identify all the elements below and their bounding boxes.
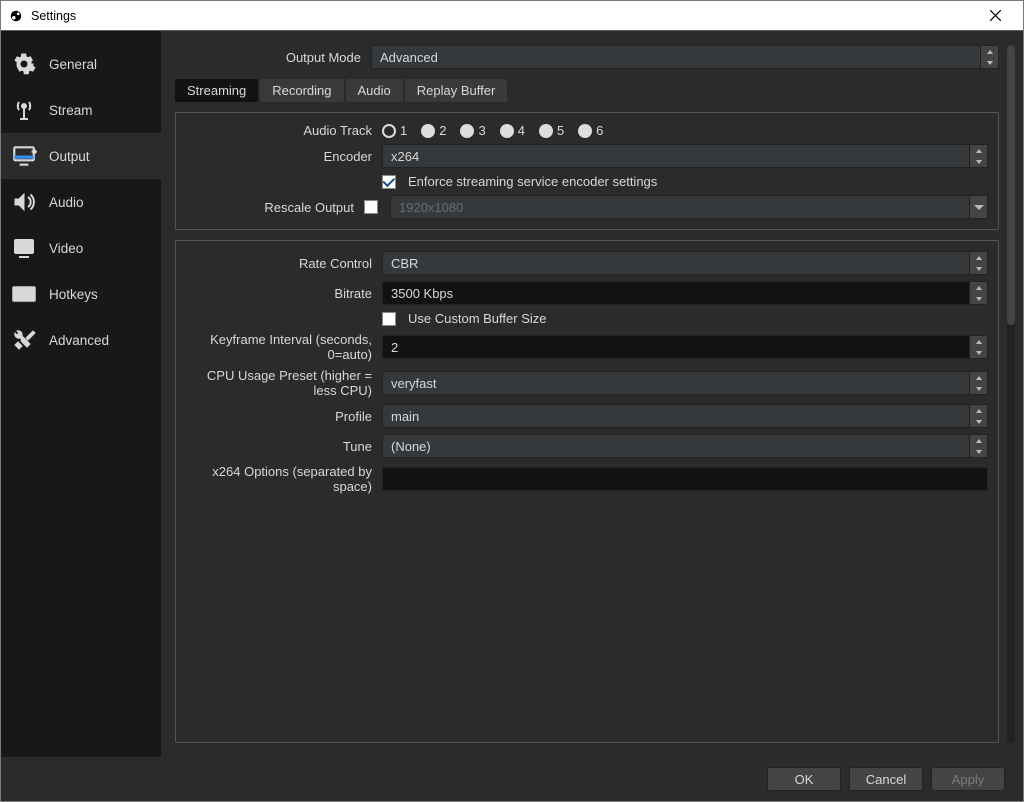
encoder-group: Rate Control CBR Bitrate 3500 Kbps (175, 240, 999, 743)
output-mode-label: Output Mode (175, 50, 365, 65)
sidebar-item-stream[interactable]: Stream (1, 87, 161, 133)
content: General Stream Output (1, 31, 1023, 757)
sidebar-item-video[interactable]: Video (1, 225, 161, 271)
x264-options-label: x264 Options (separated by space) (186, 464, 376, 494)
streaming-top-group: Audio Track 1 2 3 4 5 6 Encoder (175, 112, 999, 230)
custom-buffer-checkbox[interactable] (382, 312, 396, 326)
scrollbar[interactable] (1007, 45, 1015, 743)
rate-control-select[interactable]: CBR (382, 251, 988, 275)
output-mode-select[interactable]: Advanced (371, 45, 999, 69)
custom-buffer-label: Use Custom Buffer Size (408, 311, 546, 326)
window-title: Settings (31, 9, 76, 23)
sidebar-item-advanced[interactable]: Advanced (1, 317, 161, 363)
close-button[interactable] (975, 2, 1015, 30)
profile-select[interactable]: main (382, 404, 988, 428)
bitrate-input[interactable]: 3500 Kbps (382, 281, 988, 305)
sidebar-item-audio[interactable]: Audio (1, 179, 161, 225)
enforce-checkbox[interactable] (382, 175, 396, 189)
rescale-label: Rescale Output (186, 200, 358, 215)
cpu-preset-select[interactable]: veryfast (382, 371, 988, 395)
rescale-checkbox[interactable] (364, 200, 378, 214)
rate-control-label: Rate Control (186, 256, 376, 271)
app-icon (9, 9, 23, 23)
sidebar-item-label: Output (49, 149, 90, 164)
sidebar-item-label: Hotkeys (49, 287, 98, 302)
settings-window: Settings General Stream (0, 0, 1024, 802)
sidebar: General Stream Output (1, 31, 161, 757)
audio-track-3-radio[interactable] (460, 124, 474, 138)
tune-select[interactable]: (None) (382, 434, 988, 458)
audio-track-label: Audio Track (186, 123, 376, 138)
cancel-button[interactable]: Cancel (849, 767, 923, 791)
rescale-select[interactable]: 1920x1080 (390, 195, 988, 219)
sidebar-item-output[interactable]: Output (1, 133, 161, 179)
output-mode-row: Output Mode Advanced (175, 45, 999, 69)
antenna-icon (11, 97, 37, 123)
encoder-select[interactable]: x264 (382, 144, 988, 168)
sidebar-item-label: General (49, 57, 97, 72)
tab-audio[interactable]: Audio (346, 79, 403, 102)
gear-icon (11, 51, 37, 77)
bitrate-label: Bitrate (186, 286, 376, 301)
main-pane: Output Mode Advanced Streaming Recording… (161, 31, 1023, 757)
sidebar-item-label: Audio (49, 195, 84, 210)
ok-button[interactable]: OK (767, 767, 841, 791)
tab-streaming[interactable]: Streaming (175, 79, 258, 102)
audio-track-4-radio[interactable] (500, 124, 514, 138)
scroll-thumb[interactable] (1007, 45, 1015, 325)
audio-track-2-radio[interactable] (421, 124, 435, 138)
enforce-label: Enforce streaming service encoder settin… (408, 174, 657, 189)
tab-recording[interactable]: Recording (260, 79, 343, 102)
x264-options-input[interactable] (382, 467, 988, 491)
keyframe-input[interactable]: 2 (382, 335, 988, 359)
sidebar-item-label: Advanced (49, 333, 109, 348)
sidebar-item-hotkeys[interactable]: Hotkeys (1, 271, 161, 317)
titlebar: Settings (1, 1, 1023, 31)
encoder-label: Encoder (186, 149, 376, 164)
keyframe-label: Keyframe Interval (seconds, 0=auto) (186, 332, 376, 362)
tools-icon (11, 327, 37, 353)
audio-track-6-radio[interactable] (578, 124, 592, 138)
monitor-icon (11, 235, 37, 261)
output-icon (11, 143, 37, 169)
audio-track-5-radio[interactable] (539, 124, 553, 138)
keyboard-icon (11, 281, 37, 307)
cpu-preset-label: CPU Usage Preset (higher = less CPU) (186, 368, 376, 398)
sidebar-item-label: Stream (49, 103, 93, 118)
audio-track-1-radio[interactable] (382, 124, 396, 138)
sidebar-item-general[interactable]: General (1, 41, 161, 87)
profile-label: Profile (186, 409, 376, 424)
close-icon (990, 10, 1001, 21)
apply-button[interactable]: Apply (931, 767, 1005, 791)
tune-label: Tune (186, 439, 376, 454)
output-tabs: Streaming Recording Audio Replay Buffer (175, 79, 999, 102)
sidebar-item-label: Video (49, 241, 83, 256)
footer: OK Cancel Apply (1, 757, 1023, 801)
speaker-icon (11, 189, 37, 215)
body: General Stream Output (1, 31, 1023, 801)
tab-replay-buffer[interactable]: Replay Buffer (405, 79, 508, 102)
